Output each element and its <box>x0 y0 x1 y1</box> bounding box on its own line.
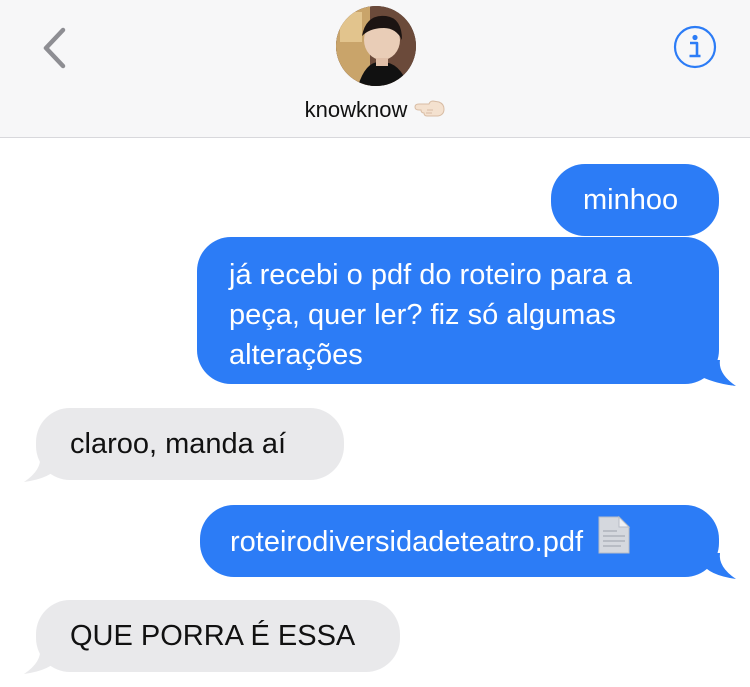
message-thread: minhoo já recebi o pdf do roteiro para a… <box>0 138 750 687</box>
document-icon <box>597 515 631 566</box>
message-bubble-attachment[interactable]: roteirodiversidadeteatro.pdf <box>200 505 719 577</box>
info-button[interactable] <box>673 25 717 69</box>
message-bubble-sent[interactable]: minhoo <box>551 164 719 236</box>
chevron-left-icon <box>43 27 66 69</box>
info-icon <box>673 25 717 69</box>
message-bubble-received[interactable]: claroo, manda aí <box>36 408 344 480</box>
message-bubble-received[interactable]: QUE PORRA É ESSA <box>36 600 400 672</box>
back-button[interactable] <box>36 26 76 70</box>
attachment-filename: roteirodiversidadeteatro.pdf <box>230 526 584 559</box>
message-text: minhoo <box>583 184 679 216</box>
message-text-line: alterações <box>229 339 363 371</box>
message-text-line: já recebi o pdf do roteiro para a <box>229 259 633 291</box>
bubble-tail <box>702 553 736 579</box>
bubble-tail <box>700 360 736 386</box>
hand-pointing-left-icon <box>413 98 445 124</box>
contact-name[interactable]: knowknow <box>0 97 750 124</box>
message-bubble-sent[interactable]: já recebi o pdf do roteiro para a peça, … <box>197 237 719 384</box>
contact-avatar[interactable] <box>336 6 416 86</box>
message-text: QUE PORRA É ESSA <box>70 620 356 652</box>
contact-name-text: knowknow <box>304 97 408 122</box>
message-text: claroo, manda aí <box>70 428 287 460</box>
bubble-tail <box>24 648 58 674</box>
avatar-photo <box>336 6 416 86</box>
bubble-tail <box>24 456 58 482</box>
message-text-line: peça, quer ler? fiz só algumas <box>229 299 616 331</box>
conversation-header: knowknow <box>0 0 750 138</box>
